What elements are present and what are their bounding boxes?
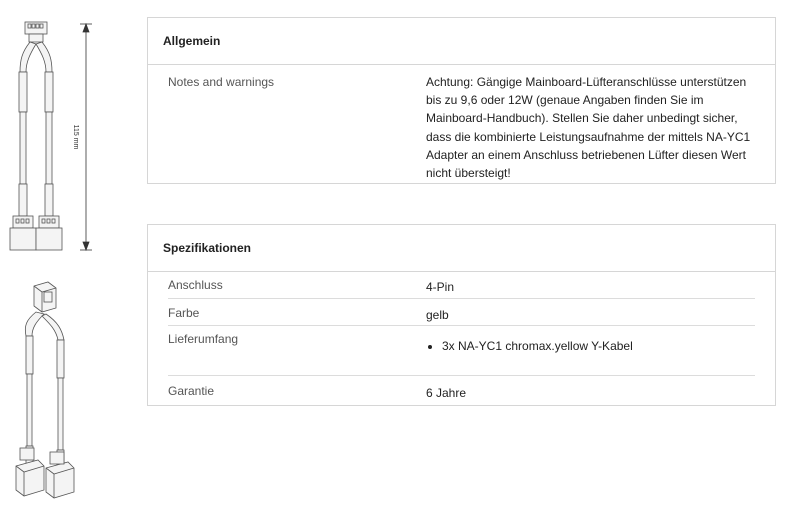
spec-row-connector: Anschluss 4-Pin	[168, 272, 755, 299]
general-panel-title: Allgemein	[148, 18, 775, 65]
spec-row-warranty: Garantie 6 Jahre	[168, 376, 755, 403]
cable-perspective-drawing	[15, 281, 75, 499]
scope-of-delivery-value: 3x NA-YC1 chromax.yellow Y-Kabel	[426, 332, 755, 354]
color-value: gelb	[426, 308, 449, 322]
color-label: Farbe	[168, 306, 200, 320]
spec-row-scope-of-delivery: Lieferumfang 3x NA-YC1 chromax.yellow Y-…	[168, 326, 755, 376]
connector-label: Anschluss	[168, 278, 223, 292]
connector-value: 4-Pin	[426, 280, 455, 294]
dimension-label: 115 mm	[72, 125, 79, 150]
notes-row: Notes and warnings Achtung: Gängige Main…	[168, 65, 753, 182]
general-panel: Allgemein Notes and warnings Achtung: Gä…	[147, 17, 776, 184]
notes-label: Notes and warnings	[168, 75, 275, 89]
scope-of-delivery-list: 3x NA-YC1 chromax.yellow Y-Kabel	[426, 338, 755, 354]
specifications-panel: Spezifikationen Anschluss 4-Pin Farbe ge…	[147, 224, 776, 406]
warranty-label: Garantie	[168, 384, 215, 398]
specifications-panel-title: Spezifikationen	[148, 225, 775, 272]
spec-row-color: Farbe gelb	[168, 299, 755, 326]
notes-value: Achtung: Gängige Mainboard-Lüfteranschlü…	[426, 75, 751, 181]
cable-front-drawing: 115 mm	[9, 21, 92, 252]
warranty-value: 6 Jahre	[426, 386, 467, 400]
scope-of-delivery-label: Lieferumfang	[168, 332, 239, 346]
list-item: 3x NA-YC1 chromax.yellow Y-Kabel	[442, 338, 755, 354]
